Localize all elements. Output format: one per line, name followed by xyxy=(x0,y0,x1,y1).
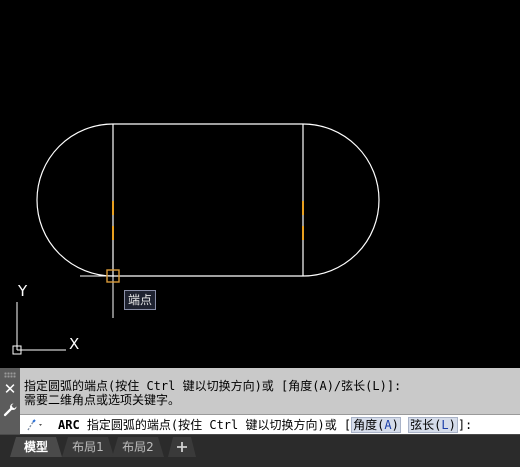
right-arc[interactable] xyxy=(302,123,380,277)
left-arc[interactable] xyxy=(36,123,114,277)
tab-layout2[interactable]: 布局2 xyxy=(112,437,164,457)
wrench-icon[interactable] xyxy=(2,402,18,418)
option-angle-key: A xyxy=(384,418,392,432)
option-chord-close: ) xyxy=(448,418,456,432)
ucs-y-label: Y xyxy=(17,282,28,300)
command-prompt-line: ARC 指定圆弧的端点(按住 Ctrl 键以切换方向)或 [角度(A) 弦长(L… xyxy=(58,417,472,433)
drawing-svg: Y X xyxy=(12,123,380,355)
option-chord-button[interactable]: 弦长(L) xyxy=(408,417,458,433)
command-line-handle[interactable]: ✕ xyxy=(0,368,20,434)
grip-icon[interactable] xyxy=(4,372,16,378)
command-prompt-icon[interactable] xyxy=(26,418,46,432)
option-angle-close: ) xyxy=(391,418,399,432)
option-chord-key: L xyxy=(441,418,449,432)
layout-tabs-bar: 模型 布局1 布局2 xyxy=(0,434,520,467)
command-prompt-end: ]: xyxy=(457,418,473,432)
tab-layout1[interactable]: 布局1 xyxy=(62,437,114,457)
tab-model[interactable]: 模型 xyxy=(10,437,62,457)
history-line-2: 需要二维角点或选项关键字。 xyxy=(24,393,181,407)
ucs-x-label: X xyxy=(69,335,79,353)
command-prompt-text: 指定圆弧的端点(按住 Ctrl 键以切换方向)或 [ xyxy=(79,418,352,432)
history-line-1: 指定圆弧的端点(按住 Ctrl 键以切换方向)或 [角度(A)/弦长(L)]: xyxy=(24,379,402,393)
drawing-canvas[interactable]: Y X 端点 xyxy=(0,0,520,368)
osnap-tooltip: 端点 xyxy=(124,290,157,310)
option-angle-button[interactable]: 角度(A) xyxy=(351,417,401,433)
command-keyword: ARC xyxy=(58,418,80,432)
close-icon[interactable]: ✕ xyxy=(3,382,17,397)
command-input[interactable]: ARC 指定圆弧的端点(按住 Ctrl 键以切换方向)或 [角度(A) 弦长(L… xyxy=(20,414,520,435)
add-tab-button[interactable] xyxy=(168,437,196,457)
option-angle-label: 角度( xyxy=(353,418,385,432)
command-line-panel: ✕ 指定圆弧的端点(按住 Ctrl 键以切换方向)或 [角度(A)/弦长(L)]… xyxy=(0,368,520,435)
command-history: 指定圆弧的端点(按住 Ctrl 键以切换方向)或 [角度(A)/弦长(L)]: … xyxy=(24,379,401,407)
autocad-window: Y X 端点 ✕ 指定圆弧的端点(按住 Ctrl 键以切换方向)或 [角度(A)… xyxy=(0,0,520,467)
option-chord-label: 弦长( xyxy=(410,418,442,432)
